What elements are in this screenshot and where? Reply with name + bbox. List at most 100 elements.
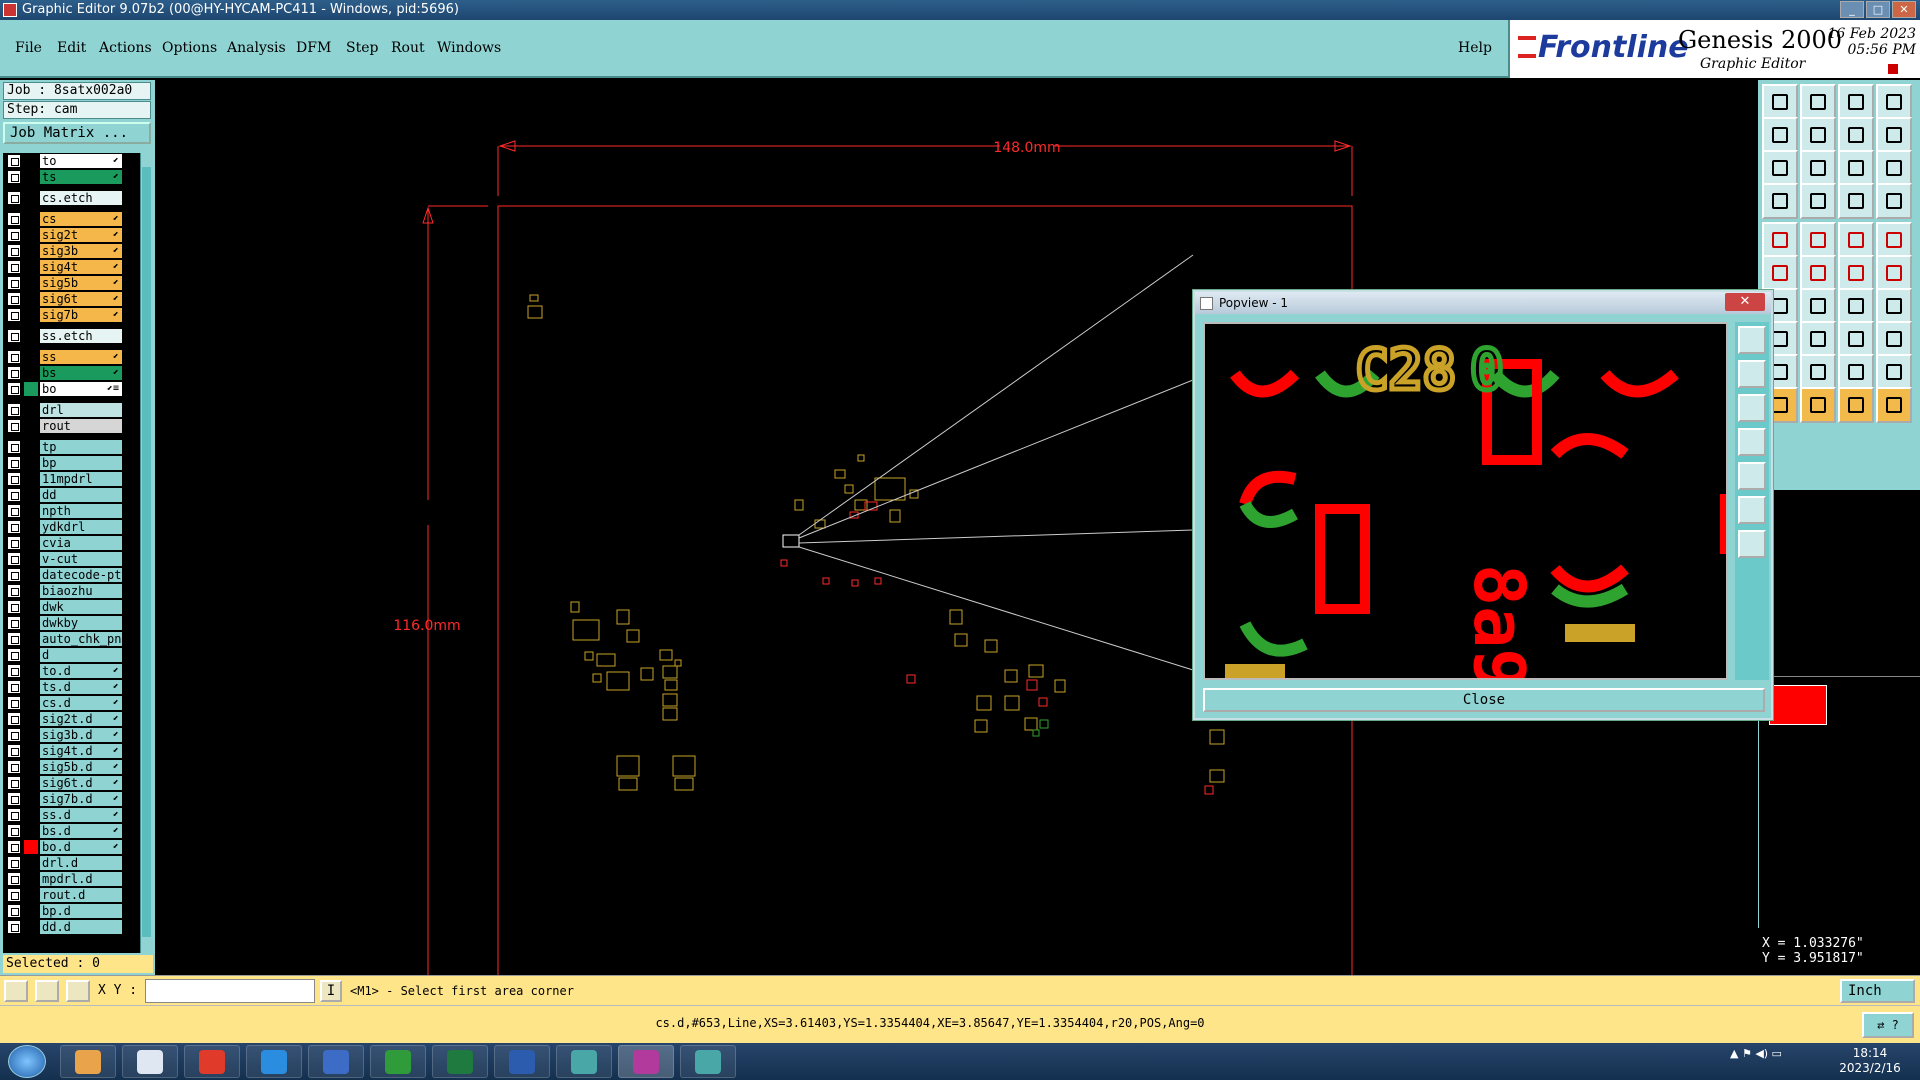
tool-filter-red-button[interactable] (1876, 183, 1912, 219)
layer-checkbox[interactable] (8, 367, 20, 379)
tool-resize-button[interactable] (1838, 321, 1874, 357)
layer-row[interactable]: v-cut (3, 551, 143, 567)
layer-name[interactable]: ss ⬋ (40, 350, 122, 364)
layer-color-swatch[interactable] (24, 504, 38, 518)
tool-pan-right-button[interactable] (1800, 117, 1836, 153)
layer-checkbox[interactable] (8, 761, 20, 773)
layer-color-swatch[interactable] (24, 568, 38, 582)
layer-checkbox[interactable] (8, 277, 20, 289)
popview-canvas[interactable]: C28 0 8a9 (1203, 322, 1728, 680)
layer-name[interactable]: tp (40, 440, 122, 454)
layer-row[interactable]: dd.d (3, 919, 143, 935)
layer-checkbox[interactable] (8, 229, 20, 241)
layer-checkbox[interactable] (8, 383, 20, 395)
layer-color-swatch[interactable] (24, 440, 38, 454)
layer-row[interactable]: sig4t.d ⬋ (3, 743, 143, 759)
layer-checkbox[interactable] (8, 521, 20, 533)
layer-checkbox[interactable] (8, 309, 20, 321)
layer-checkbox[interactable] (8, 537, 20, 549)
layer-name[interactable]: ss.etch (40, 329, 122, 343)
layer-checkbox[interactable] (8, 841, 20, 853)
scrollbar-thumb[interactable] (142, 167, 151, 937)
layer-name[interactable]: biaozhu (40, 584, 122, 598)
layer-color-swatch[interactable] (24, 584, 38, 598)
layer-color-swatch[interactable] (24, 632, 38, 646)
layer-checkbox[interactable] (8, 681, 20, 693)
popview-zoom-in-button[interactable] (1738, 360, 1766, 388)
layer-color-swatch[interactable] (24, 616, 38, 630)
tool-snap-line-button[interactable] (1800, 321, 1836, 357)
layer-checkbox[interactable] (8, 601, 20, 613)
layer-row[interactable]: cs.etch (3, 190, 143, 206)
layer-checkbox[interactable] (8, 171, 20, 183)
layer-color-swatch[interactable] (24, 600, 38, 614)
tool-pointer-alt-button[interactable] (1838, 387, 1874, 423)
layer-name[interactable]: sig4t.d ⬋ (40, 744, 122, 758)
layer-color-swatch[interactable] (24, 776, 38, 790)
layer-name[interactable]: cs.d ⬋ (40, 696, 122, 710)
layer-checkbox[interactable] (8, 921, 20, 933)
tool-slash-edit-button[interactable] (1800, 288, 1836, 324)
tool-home-view-button[interactable] (1838, 84, 1874, 120)
taskbar-clock[interactable]: 18:14 2023/2/16 (1830, 1046, 1910, 1076)
layer-row[interactable]: bs ⬋ (3, 365, 143, 381)
layer-row[interactable]: cvia (3, 535, 143, 551)
popview-close-x[interactable]: ✕ (1725, 293, 1765, 311)
layer-row[interactable]: bp (3, 455, 143, 471)
tool-pointer-orange-button[interactable] (1800, 387, 1836, 423)
tool-align-edit-button[interactable] (1876, 288, 1912, 324)
layer-row[interactable]: datecode-pt (3, 567, 143, 583)
taskbar-app-arrow[interactable] (246, 1045, 302, 1078)
layer-color-swatch[interactable] (24, 260, 38, 274)
layer-color-swatch[interactable] (24, 904, 38, 918)
tool-arc-edit-button[interactable] (1876, 255, 1912, 291)
layer-checkbox[interactable] (8, 155, 20, 167)
layer-row[interactable]: dwkby (3, 615, 143, 631)
popview-fit-button[interactable] (1738, 496, 1766, 524)
layer-name[interactable]: drl.d (40, 856, 122, 870)
start-button[interactable] (8, 1045, 46, 1078)
layer-color-swatch[interactable] (24, 872, 38, 886)
layer-name[interactable]: mpdrl.d (40, 872, 122, 886)
layer-row[interactable]: sig4t ⬋ (3, 259, 143, 275)
layer-color-swatch[interactable] (24, 191, 38, 205)
layer-name[interactable]: sig6t.d ⬋ (40, 776, 122, 790)
layer-color-swatch[interactable] (24, 760, 38, 774)
layer-row[interactable]: tp (3, 439, 143, 455)
menu-analysis[interactable]: Analysis (227, 40, 286, 56)
grid-mode-button[interactable] (66, 980, 90, 1002)
minimize-button[interactable]: _ (1840, 1, 1864, 18)
layer-row[interactable]: sig3b.d ⬋ (3, 727, 143, 743)
layer-row[interactable]: to.d ⬋ (3, 663, 143, 679)
tool-feature-select-button[interactable] (1876, 117, 1912, 153)
layer-color-swatch[interactable] (24, 856, 38, 870)
layer-row[interactable]: dwk (3, 599, 143, 615)
layer-color-swatch[interactable] (24, 212, 38, 226)
system-tray[interactable]: ▲ ⚑ ◀) ▭ (1730, 1047, 1782, 1060)
taskbar-app-genesis[interactable] (618, 1045, 674, 1078)
layer-row[interactable]: ts ⬋ (3, 169, 143, 185)
tool-text-a-alt-button[interactable] (1838, 354, 1874, 390)
popview-center-button[interactable] (1738, 530, 1766, 558)
tool-text-a-alt2-button[interactable] (1876, 354, 1912, 390)
tool-ruler-button[interactable] (1838, 222, 1874, 258)
layer-row[interactable]: sig5b ⬋ (3, 275, 143, 291)
layer-color-swatch[interactable] (24, 680, 38, 694)
layer-checkbox[interactable] (8, 729, 20, 741)
layer-color-swatch[interactable] (24, 728, 38, 742)
layer-row[interactable]: d (3, 647, 143, 663)
tool-split-view-button[interactable] (1876, 84, 1912, 120)
layer-row[interactable]: bo ⬋≡ (3, 381, 143, 397)
popview-close-button[interactable]: Close (1203, 688, 1765, 712)
tool-text-a-button[interactable] (1800, 354, 1836, 390)
layer-name[interactable]: sig5b.d ⬋ (40, 760, 122, 774)
layer-row[interactable]: dd (3, 487, 143, 503)
tool-zoom-center-button[interactable] (1800, 150, 1836, 186)
layer-row[interactable]: sig2t ⬋ (3, 227, 143, 243)
layer-color-swatch[interactable] (24, 824, 38, 838)
layer-name[interactable]: cvia (40, 536, 122, 550)
popview-pan-right-button[interactable] (1738, 462, 1766, 490)
tool-layer-up-button[interactable] (1762, 84, 1798, 120)
menu-file[interactable]: File (15, 40, 42, 56)
layer-checkbox[interactable] (8, 473, 20, 485)
